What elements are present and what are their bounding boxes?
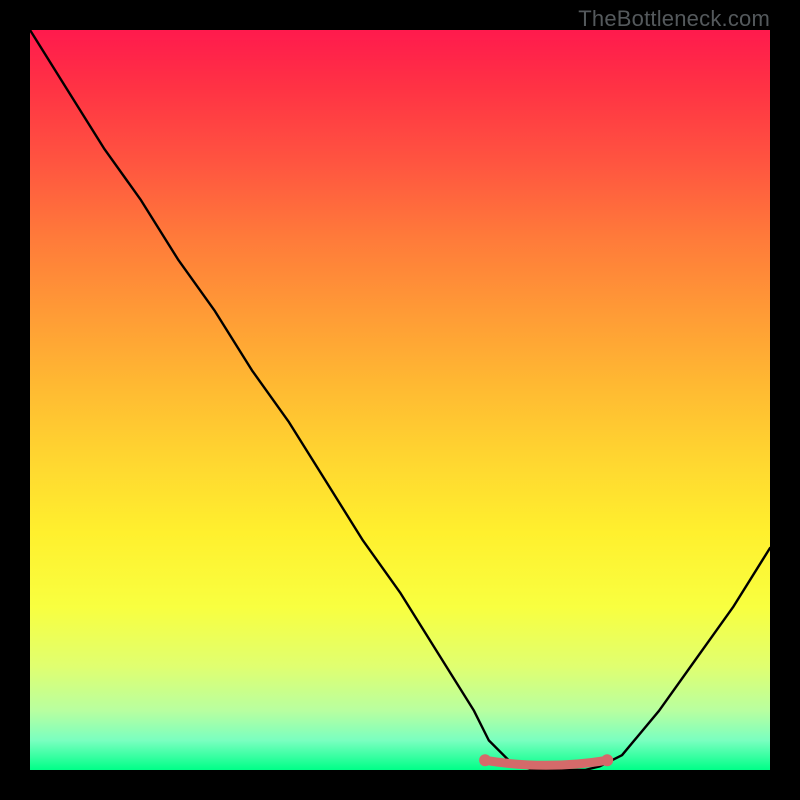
highlight-dot-right [601,754,613,766]
watermark-text: TheBottleneck.com [578,6,770,32]
highlight-segment [485,760,607,765]
highlight-dot-left [479,754,491,766]
chart-frame: TheBottleneck.com [0,0,800,800]
plot-area [30,30,770,770]
curve-layer [30,30,770,770]
bottleneck-curve [30,30,770,770]
